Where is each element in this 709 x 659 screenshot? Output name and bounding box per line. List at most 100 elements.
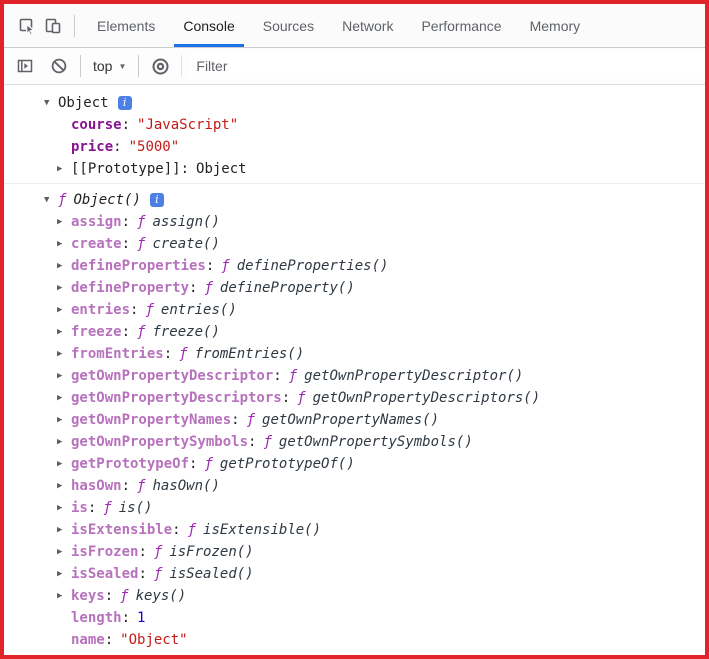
property-name: name — [71, 632, 105, 648]
expand-expander-icon[interactable]: ▶ — [57, 431, 71, 453]
property-value: defineProperties() — [236, 258, 389, 274]
property-name: create — [71, 236, 122, 252]
property-value: isExtensible() — [203, 522, 322, 538]
property-name: getOwnPropertyDescriptor — [71, 368, 274, 384]
tab-sources[interactable]: Sources — [249, 4, 328, 47]
property-name: length — [71, 610, 122, 626]
expand-expander-icon[interactable]: ▶ — [57, 233, 71, 255]
device-toolbar-icon[interactable] — [40, 13, 66, 39]
chevron-down-icon: ▼ — [118, 61, 127, 71]
expand-expander-icon[interactable]: ▶ — [57, 497, 71, 519]
tab-console[interactable]: Console — [169, 4, 248, 47]
property-row: ▶ fromEntries: ƒ fromEntries() — [44, 343, 705, 365]
property-name: assign — [71, 214, 122, 230]
context-selector[interactable]: top ▼ — [93, 58, 126, 74]
function-symbol: ƒ — [103, 500, 112, 516]
colon-separator: : — [130, 302, 139, 318]
property-row: course: "JavaScript" — [44, 114, 705, 136]
colon-separator: : — [121, 236, 131, 252]
function-symbol: ƒ — [179, 346, 188, 362]
function-symbol: ƒ — [288, 368, 298, 384]
property-name: keys — [71, 588, 105, 604]
colon-separator: : — [163, 346, 173, 362]
expand-expander-icon[interactable]: ▶ — [57, 563, 71, 585]
inspect-element-icon[interactable] — [14, 13, 40, 39]
property-name: course — [71, 117, 122, 133]
property-value: entries() — [160, 302, 237, 318]
expand-expander-icon[interactable]: ▶ — [57, 541, 71, 563]
property-name: freeze — [71, 324, 122, 340]
property-name: [[Prototype]] — [71, 161, 181, 177]
property-name: defineProperty — [71, 280, 190, 296]
property-name: fromEntries — [71, 346, 164, 362]
property-row: ▶ getOwnPropertySymbols: ƒ getOwnPropertySy… — [44, 431, 705, 453]
tab-elements[interactable]: Elements — [83, 4, 169, 47]
property-row: price: "5000" — [44, 136, 705, 158]
console-messages: ▼ Object i course: "JavaScript" price: "5000" ▶… — [4, 85, 705, 655]
console-sidebar-icon[interactable] — [12, 53, 38, 79]
property-value: "Object" — [120, 632, 188, 648]
colon-separator: : — [138, 566, 147, 582]
expand-expander-icon[interactable]: ▶ — [57, 453, 71, 475]
object-title: Object — [58, 95, 109, 111]
expand-expander-icon[interactable]: ▶ — [57, 255, 71, 277]
expand-expander-icon[interactable]: ▶ — [57, 211, 71, 233]
expand-expander-icon[interactable]: ▶ — [57, 409, 71, 431]
expand-expander-icon[interactable]: ▶ — [57, 277, 71, 299]
function-symbol: ƒ — [204, 280, 213, 296]
property-name: isFrozen — [71, 544, 139, 560]
property-name: is — [71, 500, 88, 516]
expand-expander-icon[interactable]: ▶ — [57, 365, 71, 387]
colon-separator: : — [138, 544, 147, 560]
property-row: ▶ freeze: ƒ freeze() — [44, 321, 705, 343]
property-name: getOwnPropertyDescriptors — [71, 390, 282, 406]
object-preview-header: ▼ Object i — [44, 92, 705, 114]
property-value: "JavaScript" — [137, 117, 239, 133]
property-name: price — [71, 139, 114, 155]
expand-expander-icon[interactable]: ▶ — [57, 299, 71, 321]
property-name: isSealed — [71, 566, 139, 582]
colon-separator: : — [273, 368, 282, 384]
property-value: 1 — [137, 610, 146, 626]
expand-expander-icon[interactable]: ▶ — [57, 343, 71, 365]
expand-expander-icon[interactable]: ▶ — [57, 519, 71, 541]
tab-network[interactable]: Network — [328, 4, 407, 47]
expand-expander-icon[interactable]: ▶ — [57, 387, 71, 409]
filter-input[interactable] — [190, 53, 705, 79]
property-row: ▶ getOwnPropertyDescriptors: ƒ getOwnProper… — [44, 387, 705, 409]
property-value: assign() — [152, 214, 220, 230]
clear-console-icon[interactable] — [46, 53, 72, 79]
property-row: ▶ [[Prototype]]: Object — [44, 158, 705, 180]
eye-icon[interactable] — [147, 53, 173, 79]
function-symbol: ƒ — [58, 192, 67, 208]
property-row: ▶ defineProperties: ƒ defineProperties() — [44, 255, 705, 277]
tab-performance[interactable]: Performance — [407, 4, 515, 47]
property-row: ▶ isExtensible: ƒ isExtensible() — [44, 519, 705, 541]
colon-separator: : — [121, 478, 131, 494]
property-value: getPrototypeOf() — [219, 456, 355, 472]
colon-separator: : — [205, 258, 215, 274]
expand-expander-icon[interactable]: ▶ — [57, 585, 71, 607]
function-symbol: ƒ — [187, 522, 197, 538]
console-message: ▼ Object i course: "JavaScript" price: "5000" ▶… — [4, 85, 705, 183]
property-value: isSealed() — [169, 566, 254, 582]
colon-separator: : — [248, 434, 257, 450]
expand-expander-icon[interactable]: ▶ — [57, 475, 71, 497]
property-value: fromEntries() — [194, 346, 305, 362]
colon-separator: : — [121, 214, 131, 230]
property-row: ▶ keys: ƒ keys() — [44, 585, 705, 607]
property-value: keys() — [135, 588, 187, 604]
colon-separator: : — [121, 610, 131, 626]
toolbar-divider — [74, 14, 75, 37]
property-name: defineProperties — [71, 258, 206, 274]
property-row: ▶ create: ƒ create() — [44, 233, 705, 255]
collapse-expander-icon[interactable]: ▼ — [44, 189, 58, 211]
expand-expander-icon[interactable]: ▶ — [57, 158, 71, 180]
toolbar-divider — [138, 55, 140, 77]
expand-expander-icon[interactable]: ▶ — [57, 321, 71, 343]
tab-memory[interactable]: Memory — [516, 4, 595, 47]
property-row: ▶ getOwnPropertyDescriptor: ƒ getOwnPropert… — [44, 365, 705, 387]
collapse-expander-icon[interactable]: ▼ — [44, 92, 58, 114]
colon-separator: : — [189, 456, 198, 472]
colon-separator: : — [87, 500, 97, 516]
